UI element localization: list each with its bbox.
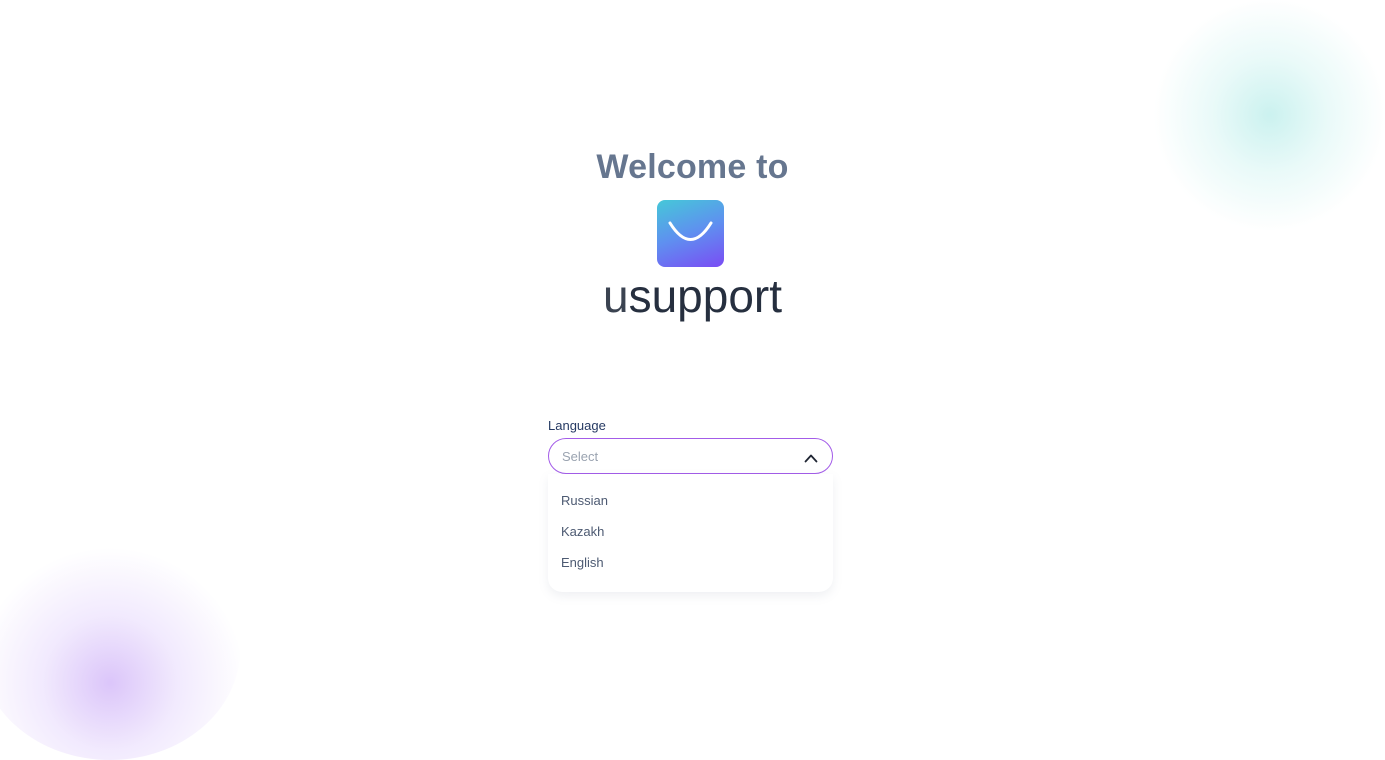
wordmark-support: support: [628, 270, 783, 322]
language-dropdown-menu: Russian Kazakh English: [548, 474, 833, 592]
language-option-kazakh[interactable]: Kazakh: [561, 524, 604, 539]
decorative-purple-blob: [0, 540, 240, 760]
language-option-russian[interactable]: Russian: [561, 493, 608, 508]
decorative-teal-blob: [1150, 0, 1385, 230]
language-select-placeholder: Select: [562, 449, 599, 464]
wordmark-u: u: [602, 270, 629, 322]
usupport-wordmark: usupport: [0, 268, 1385, 324]
welcome-title: Welcome to: [596, 148, 789, 186]
chevron-up-icon[interactable]: [804, 450, 818, 468]
language-label: Language: [548, 418, 606, 433]
language-select[interactable]: Select: [548, 438, 833, 474]
language-option-english[interactable]: English: [561, 555, 604, 570]
smile-icon: [657, 200, 724, 267]
